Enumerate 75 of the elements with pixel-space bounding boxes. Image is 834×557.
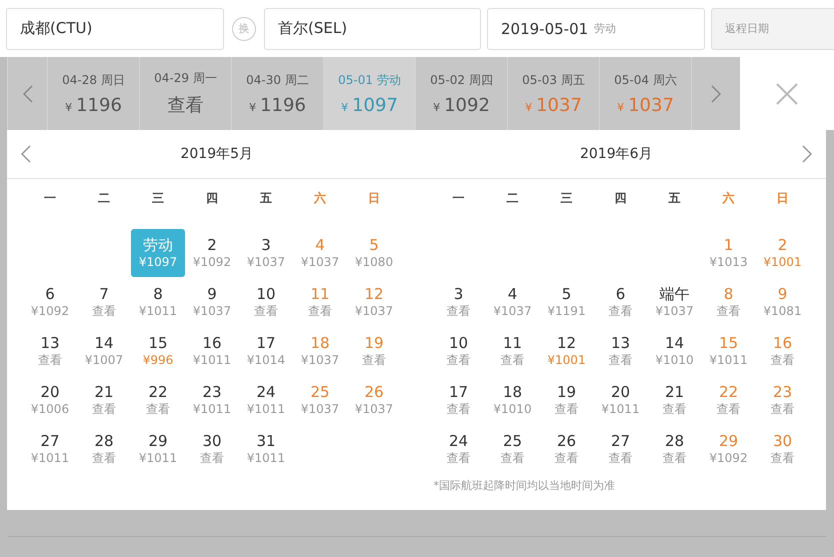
- date-tab[interactable]: 05-02 周四 ¥ 1092: [415, 57, 507, 130]
- calendar-day[interactable]: 26 查看: [540, 425, 594, 473]
- calendar-day[interactable]: 23 ¥1011: [185, 376, 239, 424]
- calendar-day[interactable]: 14 ¥1007: [77, 327, 131, 375]
- weekday-label: 四: [614, 190, 628, 206]
- calendar-day[interactable]: 28 查看: [77, 425, 131, 473]
- date-tab[interactable]: 05-03 周五 ¥ 1037: [507, 57, 599, 130]
- calendar-day[interactable]: 24 ¥1011: [239, 376, 293, 424]
- weekday-label: 一: [43, 190, 57, 206]
- weekday-label: 五: [668, 190, 682, 206]
- next-icon[interactable]: [711, 84, 721, 102]
- calendar-day[interactable]: 19 查看: [540, 376, 594, 424]
- weekday-label: 三: [560, 190, 574, 206]
- calendar-day[interactable]: 29 ¥1011: [131, 425, 185, 473]
- calendar-day[interactable]: 4 ¥1037: [486, 278, 540, 326]
- origin-field[interactable]: 成都(CTU): [6, 8, 224, 50]
- calendar-day[interactable]: 3 查看: [432, 278, 486, 326]
- calendar-day[interactable]: 27 查看: [594, 425, 648, 473]
- weekday-label: 二: [97, 190, 111, 206]
- weekday-label: 日: [776, 190, 790, 206]
- calendar-day[interactable]: 13 查看: [23, 327, 77, 375]
- footnote: *国际航班起降时间均以当地时间为准: [434, 478, 616, 493]
- calendar-day[interactable]: 6 查看: [594, 278, 648, 326]
- date-tab[interactable]: 04-28 周日 ¥ 1196: [47, 57, 139, 130]
- calendar-day[interactable]: 5 ¥1191: [540, 278, 594, 326]
- previous-icon[interactable]: [22, 84, 32, 102]
- date-tab[interactable]: 04-29 周一 查看: [139, 57, 231, 130]
- close-icon[interactable]: [776, 82, 798, 104]
- calendar-day[interactable]: 10 查看: [432, 327, 486, 375]
- weekday-label: 一: [452, 190, 466, 206]
- depart-date-field[interactable]: 2019-05-01 劳动: [487, 8, 705, 50]
- calendar-day[interactable]: 24 查看: [432, 425, 486, 473]
- previous-month-icon[interactable]: [21, 145, 31, 163]
- calendar-day[interactable]: 9 ¥1037: [185, 278, 239, 326]
- holiday-label: 劳动: [594, 21, 616, 36]
- destination-field[interactable]: 首尔(SEL): [264, 8, 481, 50]
- calendar-day[interactable]: 17 查看: [432, 376, 486, 424]
- calendar-day[interactable]: 28 查看: [648, 425, 702, 473]
- calendar-day[interactable]: 27 ¥1011: [23, 425, 77, 473]
- next-month-icon[interactable]: [802, 145, 812, 163]
- calendar-day[interactable]: 15 ¥996: [131, 327, 185, 375]
- calendar-day[interactable]: 22 查看: [131, 376, 185, 424]
- weekday-label: 五: [259, 190, 273, 206]
- calendar-day[interactable]: 16 ¥1011: [185, 327, 239, 375]
- calendar-day[interactable]: 2 ¥1092: [185, 229, 239, 277]
- calendar-day[interactable]: 10 查看: [239, 278, 293, 326]
- calendar-day[interactable]: 25 查看: [486, 425, 540, 473]
- calendar-day[interactable]: 17 ¥1014: [239, 327, 293, 375]
- weekday-label: 四: [205, 190, 219, 206]
- month-title: 2019年5月: [180, 145, 254, 163]
- weekday-label: 二: [506, 190, 520, 206]
- calendar-day[interactable]: 21 查看: [77, 376, 131, 424]
- calendar-day[interactable]: 20 ¥1006: [23, 376, 77, 424]
- calendar-day[interactable]: 31 ¥1011: [239, 425, 293, 473]
- calendar-day[interactable]: 3 ¥1037: [239, 229, 293, 277]
- calendar-day[interactable]: 6 ¥1092: [23, 278, 77, 326]
- calendar-day[interactable]: 30 查看: [185, 425, 239, 473]
- calendar-day[interactable]: 端午 ¥1037: [648, 278, 702, 326]
- weekday-label: 六: [312, 190, 327, 206]
- calendar-day[interactable]: 13 查看: [594, 327, 648, 375]
- date-tab[interactable]: 05-04 周六 ¥ 1037: [599, 57, 691, 130]
- calendar-day[interactable]: 14 ¥1010: [648, 327, 702, 375]
- weekday-label: 三: [151, 190, 165, 206]
- calendar-day[interactable]: 20 ¥1011: [594, 376, 648, 424]
- weekday-label: 六: [721, 190, 736, 206]
- calendar-day[interactable]: 18 ¥1010: [486, 376, 540, 424]
- calendar-day[interactable]: 11 查看: [486, 327, 540, 375]
- calendar-day[interactable]: 21 查看: [648, 376, 702, 424]
- calendar-day[interactable]: 7 查看: [77, 278, 131, 326]
- date-tab[interactable]: 04-30 周二 ¥ 1196: [231, 57, 323, 130]
- depart-date: 2019-05-01: [501, 20, 588, 38]
- month-title: 2019年6月: [580, 145, 653, 163]
- calendar-day[interactable]: 12 ¥1001: [540, 327, 594, 375]
- weekday-label: 日: [367, 190, 381, 206]
- calendar-day[interactable]: 8 ¥1011: [131, 278, 185, 326]
